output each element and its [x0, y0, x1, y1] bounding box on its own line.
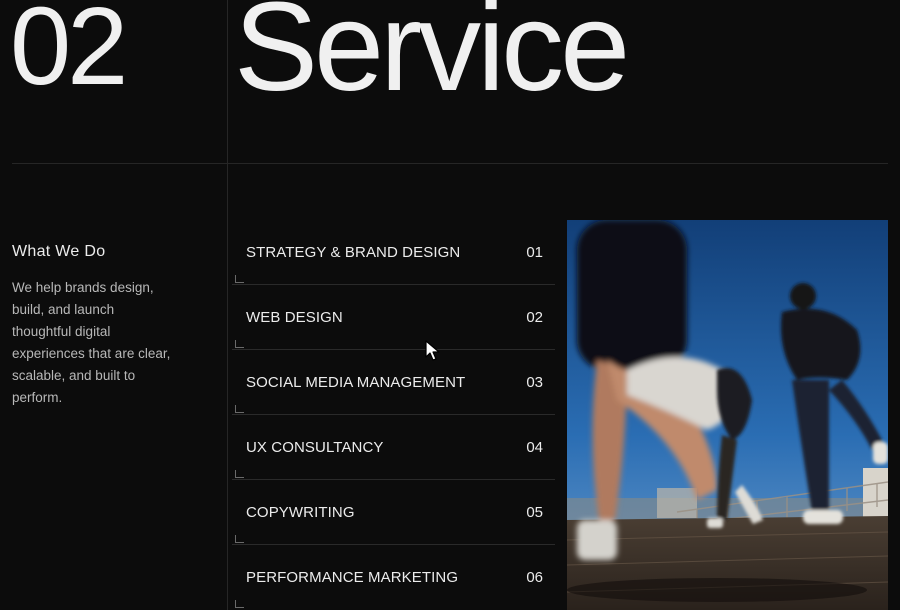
corner-bracket-icon: [235, 470, 244, 478]
service-number: 03: [526, 374, 543, 391]
service-label: COPYWRITING: [246, 504, 355, 521]
service-label: UX CONSULTANCY: [246, 439, 384, 456]
service-list: STRATEGY & BRAND DESIGN 01 WEB DESIGN 02…: [232, 220, 555, 609]
service-item-web-design[interactable]: WEB DESIGN 02: [232, 285, 555, 350]
section-number: 02: [10, 0, 128, 108]
service-label: SOCIAL MEDIA MANAGEMENT: [246, 374, 466, 391]
corner-bracket-icon: [235, 535, 244, 543]
service-item-copywriting[interactable]: COPYWRITING 05: [232, 480, 555, 545]
service-item-strategy-brand-design[interactable]: STRATEGY & BRAND DESIGN 01: [232, 220, 555, 285]
service-item-performance-marketing[interactable]: PERFORMANCE MARKETING 06: [232, 545, 555, 609]
corner-bracket-icon: [235, 275, 244, 283]
header-divider: [12, 163, 888, 164]
intro-description: We help brands design, build, and launch…: [12, 280, 171, 405]
corner-bracket-icon: [235, 600, 244, 608]
runners-photo: [567, 220, 888, 610]
service-label: PERFORMANCE MARKETING: [246, 569, 459, 586]
corner-bracket-icon: [235, 405, 244, 413]
service-label: WEB DESIGN: [246, 309, 343, 326]
service-number: 05: [526, 504, 543, 521]
service-number: 06: [526, 569, 543, 586]
service-number: 01: [526, 244, 543, 261]
intro-heading: What We Do: [12, 243, 106, 260]
service-number: 04: [526, 439, 543, 456]
column-divider: [227, 0, 228, 610]
service-item-ux-consultancy[interactable]: UX CONSULTANCY 04: [232, 415, 555, 480]
section-title: Service: [234, 0, 630, 117]
service-label: STRATEGY & BRAND DESIGN: [246, 244, 461, 261]
mouse-pointer-icon: [425, 340, 440, 361]
service-item-social-media-management[interactable]: SOCIAL MEDIA MANAGEMENT 03: [232, 350, 555, 415]
service-number: 02: [526, 309, 543, 326]
corner-bracket-icon: [235, 340, 244, 348]
